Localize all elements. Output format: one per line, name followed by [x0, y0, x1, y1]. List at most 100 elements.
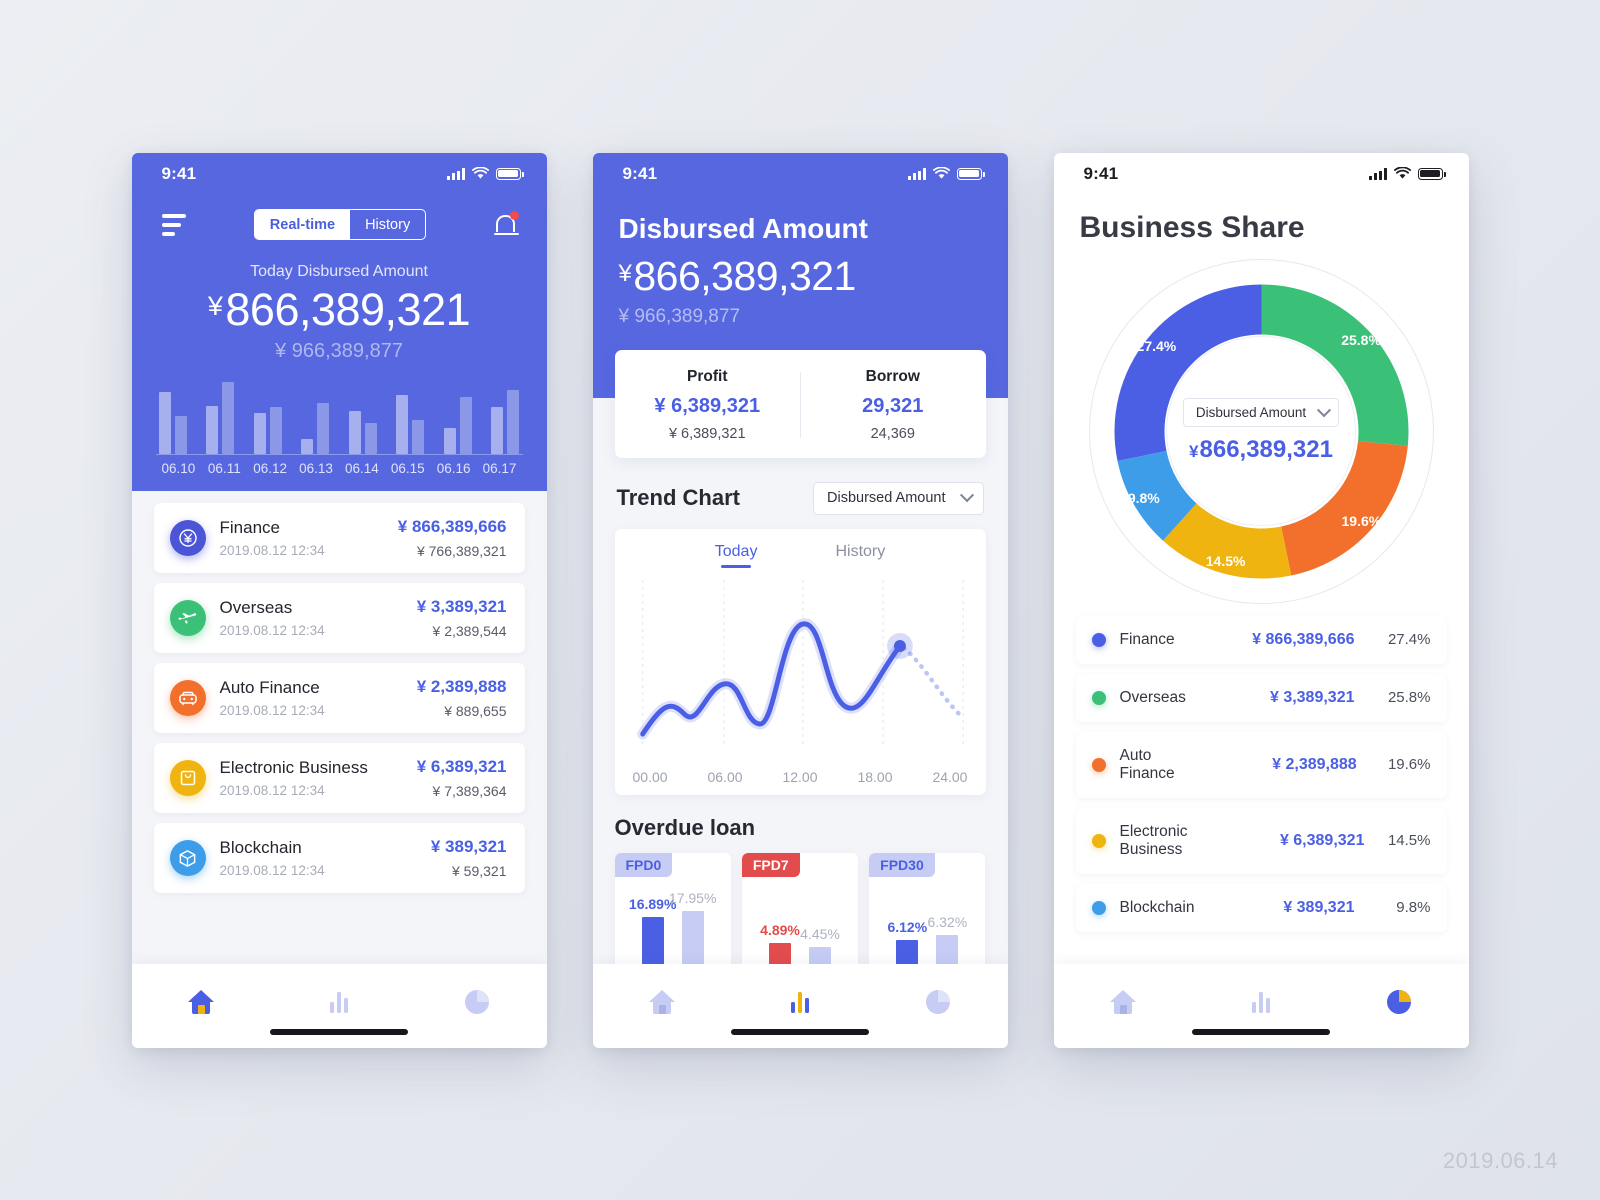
legend-color-dot: [1091, 690, 1106, 705]
pie-chart-icon: [926, 989, 951, 1014]
bar-x-label: 06.11: [207, 461, 241, 476]
status-time: 9:41: [1083, 163, 1119, 183]
tab-home[interactable]: [630, 982, 694, 1022]
list-item[interactable]: Overseas 2019.08.12 12:34 ¥ 3,389,321 ¥ 2,3…: [153, 583, 525, 653]
bar-x-label: 06.12: [253, 461, 288, 476]
list-item-sub-amount: ¥ 889,655: [444, 703, 507, 719]
bar-group: [443, 397, 472, 454]
list-item-text: Overseas 2019.08.12 12:34: [220, 598, 403, 638]
list-item-amount: ¥ 2,389,888: [416, 677, 507, 696]
tab-today[interactable]: Today: [715, 543, 758, 568]
donut-slice-label: 25.8%: [1341, 332, 1381, 349]
currency-symbol: ¥: [1189, 442, 1199, 461]
status-icons: [446, 167, 524, 180]
tab-home[interactable]: [1091, 982, 1155, 1022]
legend-row[interactable]: Auto Finance ¥ 2,389,888 19.6%: [1075, 731, 1447, 798]
trend-chart-card: Today History 00.00 06.00 12.00 18.00 24.00: [614, 528, 986, 795]
hero-compare-amount: ¥ 966,389,877: [275, 340, 403, 362]
notification-bell-icon[interactable]: [493, 210, 519, 239]
status-bar: 9:41: [132, 153, 547, 195]
legend-row[interactable]: Electronic Business ¥ 6,389,321 14.5%: [1075, 807, 1447, 874]
list-item[interactable]: Auto Finance 2019.08.12 12:34 ¥ 2,389,888 ¥…: [153, 663, 525, 733]
stat-value: 29,321: [862, 394, 924, 417]
business-share-legend: Finance ¥ 866,389,666 27.4% Overseas ¥ 3,389…: [1054, 604, 1469, 932]
legend-color-dot: [1091, 900, 1106, 915]
list-item-values: ¥ 2,389,888 ¥ 889,655: [417, 677, 507, 719]
tab-statistics[interactable]: [307, 982, 371, 1022]
bar-chart-icon: [790, 990, 809, 1013]
list-item-values: ¥ 866,389,666 ¥ 766,389,321: [398, 517, 507, 559]
bar-group: [396, 395, 425, 454]
tab-share[interactable]: [1367, 982, 1431, 1022]
daily-bar-chart: 06.10 06.11 06.12 06.13 06.14 06.15 06.16 06.17: [155, 382, 523, 476]
legend-name: Electronic Business: [1119, 822, 1188, 858]
tab-home[interactable]: [169, 982, 233, 1022]
tab-real-time[interactable]: Real-time: [254, 210, 351, 239]
phone-screen-business-share: 9:41 Business Share 27.4% 25.8% 19.6% 14.5%…: [1053, 152, 1469, 1048]
overdue-bar-previous: 17.95%: [669, 890, 716, 973]
list-item-amount: ¥ 3,389,321: [416, 597, 507, 616]
donut-metric-selector[interactable]: Disbursed Amount: [1182, 398, 1340, 427]
overdue-card-tag: FPD0: [614, 852, 673, 877]
yen-circle-icon: [169, 520, 206, 556]
status-icons: [1368, 167, 1446, 180]
trend-metric-selector-value: Disbursed Amount: [827, 490, 946, 506]
bar-group: [301, 403, 330, 454]
status-bar: 9:41: [593, 153, 1008, 195]
phone-screen-dashboard: 9:41 Real-time History Today Disbursed A…: [131, 152, 547, 1048]
trend-x-axis-labels: 00.00 06.00 12.00 18.00 24.00: [615, 767, 986, 785]
trend-line-chart: [636, 579, 965, 748]
wifi-icon: [471, 167, 489, 179]
bar-x-label: 06.10: [161, 461, 196, 476]
legend-amount: ¥ 866,389,666: [1252, 630, 1355, 648]
hamburger-menu-icon[interactable]: [160, 210, 188, 240]
status-icons: [907, 167, 985, 180]
trend-metric-selector[interactable]: Disbursed Amount: [813, 481, 984, 515]
hero-amount-value: 866,389,321: [225, 283, 471, 335]
list-item[interactable]: Electronic Business 2019.08.12 12:34 ¥ 6,3…: [153, 743, 525, 813]
home-icon: [648, 989, 675, 1014]
overdue-bar-previous-label: 17.95%: [668, 889, 717, 906]
list-item[interactable]: Blockchain 2019.08.12 12:34 ¥ 389,321 ¥ 59,…: [153, 823, 525, 893]
legend-name: Blockchain: [1119, 898, 1195, 916]
overdue-card[interactable]: FPD7 4.89% 4.45%: [741, 852, 859, 973]
list-item-sub-amount: ¥ 2,389,544: [432, 623, 507, 639]
package-box-icon: [169, 760, 206, 796]
tab-share[interactable]: [906, 982, 970, 1022]
tab-history[interactable]: History: [350, 210, 425, 239]
wifi-icon: [932, 167, 950, 179]
overdue-card[interactable]: FPD0 16.89% 17.95%: [614, 852, 731, 973]
legend-row[interactable]: Blockchain ¥ 389,321 9.8%: [1075, 883, 1447, 932]
legend-amount: ¥ 2,389,888: [1272, 755, 1357, 773]
cube-icon: [169, 840, 206, 876]
list-item-amount: ¥ 6,389,321: [416, 757, 507, 776]
overdue-card-tag: FPD30: [869, 852, 935, 877]
overdue-card-tag: FPD7: [741, 852, 800, 877]
legend-row[interactable]: Overseas ¥ 3,389,321 25.8%: [1075, 673, 1447, 722]
tab-history[interactable]: History: [835, 543, 885, 568]
overdue-card[interactable]: FPD30 6.12% 6.32%: [869, 852, 986, 973]
legend-amount: ¥ 6,389,321: [1279, 831, 1365, 849]
legend-color-dot: [1091, 632, 1106, 647]
tab-share[interactable]: [445, 982, 509, 1022]
list-item[interactable]: Finance 2019.08.12 12:34 ¥ 866,389,666 ¥ 76…: [153, 503, 525, 573]
airplane-icon: [169, 600, 206, 636]
tab-statistics[interactable]: [1229, 982, 1293, 1022]
home-indicator: [270, 1029, 408, 1035]
list-item-name: Electronic Business: [219, 758, 368, 777]
hero-panel: 9:41 Real-time History Today Disbursed A…: [131, 152, 547, 491]
overdue-bar-current-label: 4.89%: [760, 921, 800, 938]
hero-compare-amount: ¥ 966,389,877: [618, 305, 741, 327]
list-item-date: 2019.08.12 12:34: [219, 783, 325, 798]
home-indicator: [731, 1029, 869, 1035]
trend-x-label: 06.00: [707, 768, 743, 785]
legend-row[interactable]: Finance ¥ 866,389,666 27.4%: [1075, 615, 1447, 664]
realtime-history-toggle[interactable]: Real-time History: [253, 209, 427, 240]
top-bar: Real-time History: [132, 195, 547, 247]
page-title: Business Share: [1079, 210, 1305, 244]
section-title-overdue: Overdue loan: [614, 814, 756, 840]
tab-statistics[interactable]: [768, 982, 832, 1022]
trend-x-label: 12.00: [782, 768, 818, 785]
list-item-date: 2019.08.12 12:34: [219, 543, 325, 558]
overdue-bar-current-label: 6.12%: [887, 918, 928, 935]
